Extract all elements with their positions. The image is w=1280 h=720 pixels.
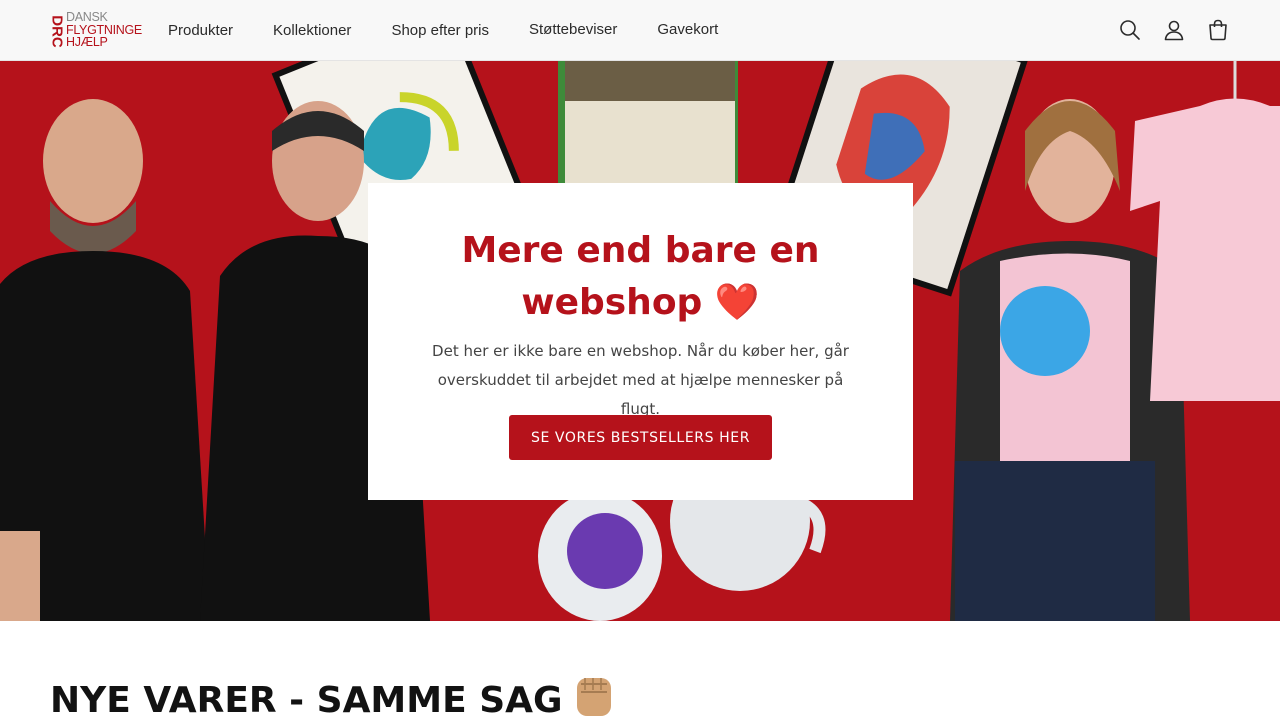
hero-card: Mere end bare en webshop ❤️ Det her er i…: [368, 183, 913, 500]
logo-drc-mark: DRC: [48, 11, 66, 49]
nav-item-stottebeviser[interactable]: Støttebeviser: [509, 21, 637, 38]
nav-item-gavekort[interactable]: Gavekort: [637, 21, 738, 38]
site-logo[interactable]: DRC DANSK FLYGTNINGE HJÆLP: [48, 10, 143, 51]
hero-banner: Mere end bare en webshop ❤️ Det her er i…: [0, 61, 1280, 621]
account-icon: [1164, 20, 1184, 41]
cart-button[interactable]: [1202, 14, 1234, 46]
hero-text: Det her er ikke bare en webshop. Når du …: [432, 342, 849, 418]
site-header: DRC DANSK FLYGTNINGE HJÆLP Produkter Kol…: [0, 0, 1280, 61]
main-nav: Produkter Kollektioner Shop efter pris S…: [148, 0, 738, 60]
nav-item-produkter[interactable]: Produkter: [148, 22, 253, 39]
account-button[interactable]: [1158, 14, 1190, 46]
logo-line-1: DANSK: [66, 10, 108, 24]
nav-item-kollektioner[interactable]: Kollektioner: [253, 22, 371, 39]
search-icon: [1120, 20, 1140, 40]
new-items-heading: NYE VARER - SAMME SAG: [50, 672, 617, 720]
new-items-heading-text: NYE VARER - SAMME SAG: [50, 680, 563, 720]
search-button[interactable]: [1114, 14, 1146, 46]
logo-line-3: HJÆLP: [66, 35, 108, 49]
nav-item-shop-efter-pris[interactable]: Shop efter pris: [371, 22, 509, 39]
raised-fist-icon: [576, 678, 611, 716]
logo-abbr: DRC: [48, 15, 66, 48]
bestsellers-button[interactable]: SE VORES BESTSELLERS HER: [509, 415, 772, 460]
hero-title: Mere end bare en webshop ❤️: [461, 230, 820, 323]
cart-icon: [1209, 19, 1227, 41]
